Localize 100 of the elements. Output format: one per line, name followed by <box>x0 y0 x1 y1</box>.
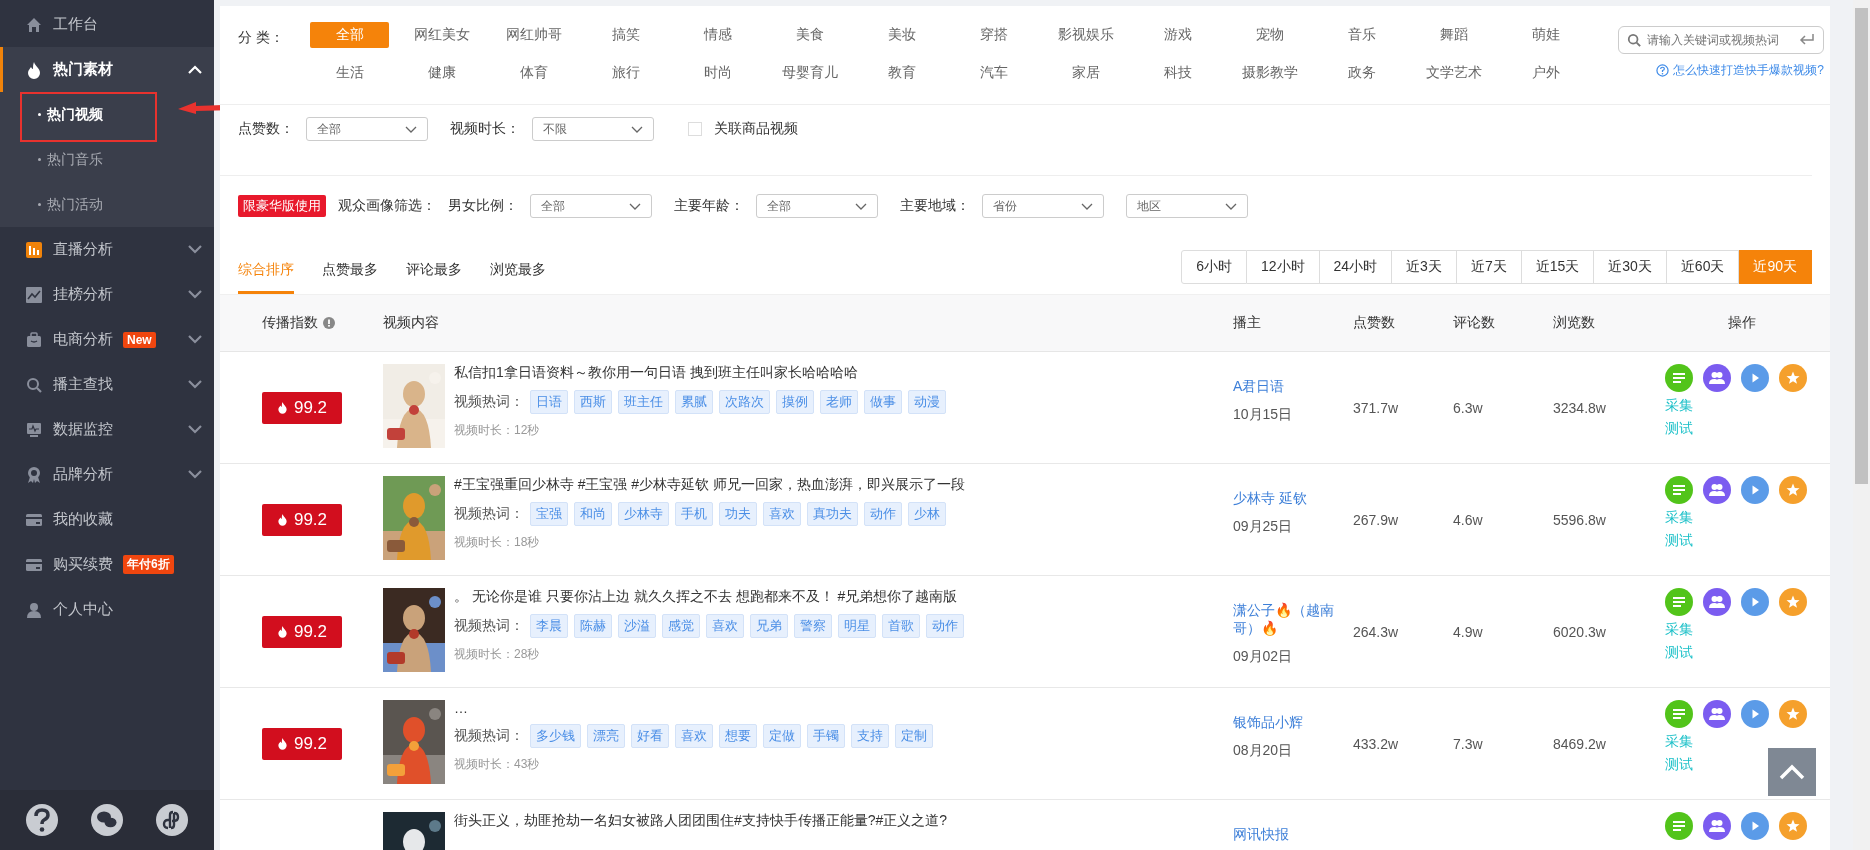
category-tab[interactable]: 情感 <box>678 22 757 48</box>
category-tab[interactable]: 影视娱乐 <box>1046 22 1125 48</box>
category-tab[interactable]: 网红帅哥 <box>494 22 573 48</box>
back-to-top-button[interactable] <box>1768 748 1816 796</box>
category-tab[interactable]: 摄影教学 <box>1230 60 1309 86</box>
author-link[interactable]: 网讯快报 <box>1233 826 1289 844</box>
list-icon[interactable] <box>1665 588 1693 616</box>
sort-tab[interactable]: 浏览最多 <box>490 253 546 294</box>
time-range-button[interactable]: 6小时 <box>1181 250 1247 284</box>
category-tab[interactable]: 游戏 <box>1138 22 1217 48</box>
category-tab[interactable]: 政务 <box>1322 60 1401 86</box>
help-link[interactable]: 怎么快速打造快手爆款视频? <box>1656 62 1824 79</box>
category-tab[interactable]: 家居 <box>1046 60 1125 86</box>
category-tab[interactable]: 旅行 <box>586 60 665 86</box>
category-tab[interactable]: 网红美女 <box>402 22 481 48</box>
category-tab[interactable]: 美妆 <box>862 22 941 48</box>
nav-item[interactable]: 电商分析 New <box>0 317 214 362</box>
scrollbar-thumb[interactable] <box>1855 8 1868 484</box>
list-icon[interactable] <box>1665 364 1693 392</box>
category-tab[interactable]: 舞蹈 <box>1414 22 1493 48</box>
category-tab[interactable]: 科技 <box>1138 60 1217 86</box>
time-range-button[interactable]: 近3天 <box>1392 250 1457 284</box>
nav-item[interactable]: 播主查找 <box>0 362 214 407</box>
users-icon[interactable] <box>1703 364 1731 392</box>
category-tab[interactable]: 教育 <box>862 60 941 86</box>
category-tab[interactable]: 汽车 <box>954 60 1033 86</box>
play-icon[interactable] <box>1741 364 1769 392</box>
nav-item[interactable]: 品牌分析 <box>0 452 214 497</box>
play-icon[interactable] <box>1741 812 1769 840</box>
dropdown[interactable]: 全部 <box>530 194 652 218</box>
scrollbar[interactable] <box>1853 0 1870 850</box>
list-icon[interactable] <box>1665 812 1693 840</box>
hot-word-tag[interactable]: 首歌 <box>882 614 920 638</box>
category-tab[interactable]: 时尚 <box>678 60 757 86</box>
chevron-icon <box>855 202 867 210</box>
play-icon[interactable] <box>1741 700 1769 728</box>
video-title[interactable]: 私信扣1拿日语资料～教你用一句日语 拽到班主任叫家长哈哈哈哈 <box>454 364 946 382</box>
chat-icon[interactable] <box>90 803 124 837</box>
author-link[interactable]: 少林寺 延钦 <box>1233 490 1307 508</box>
nav-item[interactable]: 挂榜分析 <box>0 272 214 317</box>
sub-nav-item[interactable]: 热门活动 <box>0 182 214 227</box>
users-icon[interactable] <box>1703 812 1731 840</box>
hot-words-label: 视频热词： <box>454 617 524 635</box>
dropdown[interactable]: 省份 <box>982 194 1104 218</box>
users-icon[interactable] <box>1703 588 1731 616</box>
flame-icon <box>26 60 42 79</box>
dropdown[interactable]: 全部 <box>306 117 428 141</box>
time-range-button[interactable]: 12小时 <box>1246 250 1320 284</box>
hot-word-tag[interactable]: 兄弟 <box>750 614 788 638</box>
play-icon[interactable] <box>1741 476 1769 504</box>
category-tab[interactable]: 萌娃 <box>1506 22 1585 48</box>
sort-tab[interactable]: 点赞最多 <box>322 253 378 294</box>
users-icon[interactable] <box>1703 476 1731 504</box>
play-icon[interactable] <box>1741 588 1769 616</box>
category-tab[interactable]: 文学艺术 <box>1414 60 1493 86</box>
category-tab[interactable]: 体育 <box>494 60 573 86</box>
hot-word-tag[interactable]: 喜欢 <box>763 502 801 526</box>
category-tab[interactable]: 健康 <box>402 60 481 86</box>
category-tab[interactable]: 母婴育儿 <box>770 60 849 86</box>
help-icon[interactable] <box>25 803 60 837</box>
dropdown[interactable]: 全部 <box>756 194 878 218</box>
hot-word-tag[interactable]: 喜欢 <box>706 614 744 638</box>
nav-item[interactable]: 工作台 <box>0 2 214 47</box>
category-tab[interactable]: 美食 <box>770 22 849 48</box>
nav-item[interactable]: 个人中心 <box>0 587 214 632</box>
video-title[interactable]: 街头正义，劫匪抢劫一名妇女被路人团团围住#支持快手传播正能量?#正义之道? <box>454 812 948 830</box>
nav-item[interactable]: 我的收藏 <box>0 497 214 542</box>
category-tab[interactable]: 宠物 <box>1230 22 1309 48</box>
author-link[interactable]: 银饰品小辉 <box>1233 714 1303 732</box>
hot-word-tag[interactable]: 喜欢 <box>675 724 713 748</box>
time-range-button[interactable]: 近30天 <box>1594 250 1667 284</box>
nav-item[interactable]: 购买续费 年付6折 <box>0 542 214 587</box>
video-title[interactable]: 。 无论你是谁 只要你沾上边 就久久挥之不去 想跑都来不及！ #兄弟想你了越南版 <box>454 588 964 606</box>
link-icon[interactable] <box>154 803 189 837</box>
dropdown[interactable]: 不限 <box>532 117 654 141</box>
category-tab[interactable]: 生活 <box>310 60 389 86</box>
users-icon[interactable] <box>1703 700 1731 728</box>
time-range-button[interactable]: 近7天 <box>1456 250 1522 284</box>
time-range-button[interactable]: 24小时 <box>1319 250 1393 284</box>
checkbox[interactable] <box>688 122 702 136</box>
nav-item[interactable]: 数据监控 <box>0 407 214 452</box>
author-link[interactable]: A君日语 <box>1233 378 1285 396</box>
list-icon[interactable] <box>1665 700 1693 728</box>
search-bar[interactable]: 请输入关键词或视频热词 <box>1618 26 1824 54</box>
sort-tab[interactable]: 评论最多 <box>406 253 462 294</box>
sub-nav-item[interactable]: 热门视频 <box>0 92 214 137</box>
video-title[interactable]: … <box>454 700 933 716</box>
category-tab[interactable]: 穿搭 <box>954 22 1033 48</box>
author-link[interactable]: 潇公子🔥（越南哥）🔥 <box>1233 602 1353 638</box>
time-range-button[interactable]: 近60天 <box>1666 250 1740 284</box>
category-tab[interactable]: 音乐 <box>1322 22 1401 48</box>
dropdown[interactable]: 地区 <box>1126 194 1248 218</box>
category-tab[interactable]: 户外 <box>1506 60 1585 86</box>
video-title[interactable]: #王宝强重回少林寺 #王宝强 #少林寺延钦 师兄一回家，热血澎湃，即兴展示了一段 <box>454 476 966 494</box>
nav-item[interactable]: 直播分析 <box>0 227 214 272</box>
category-tab[interactable]: 搞笑 <box>586 22 665 48</box>
list-icon[interactable] <box>1665 476 1693 504</box>
sub-nav-item[interactable]: 热门音乐 <box>0 137 214 182</box>
hot-word-tag[interactable]: 和尚 <box>574 502 612 526</box>
time-range-button[interactable]: 近15天 <box>1521 250 1595 284</box>
